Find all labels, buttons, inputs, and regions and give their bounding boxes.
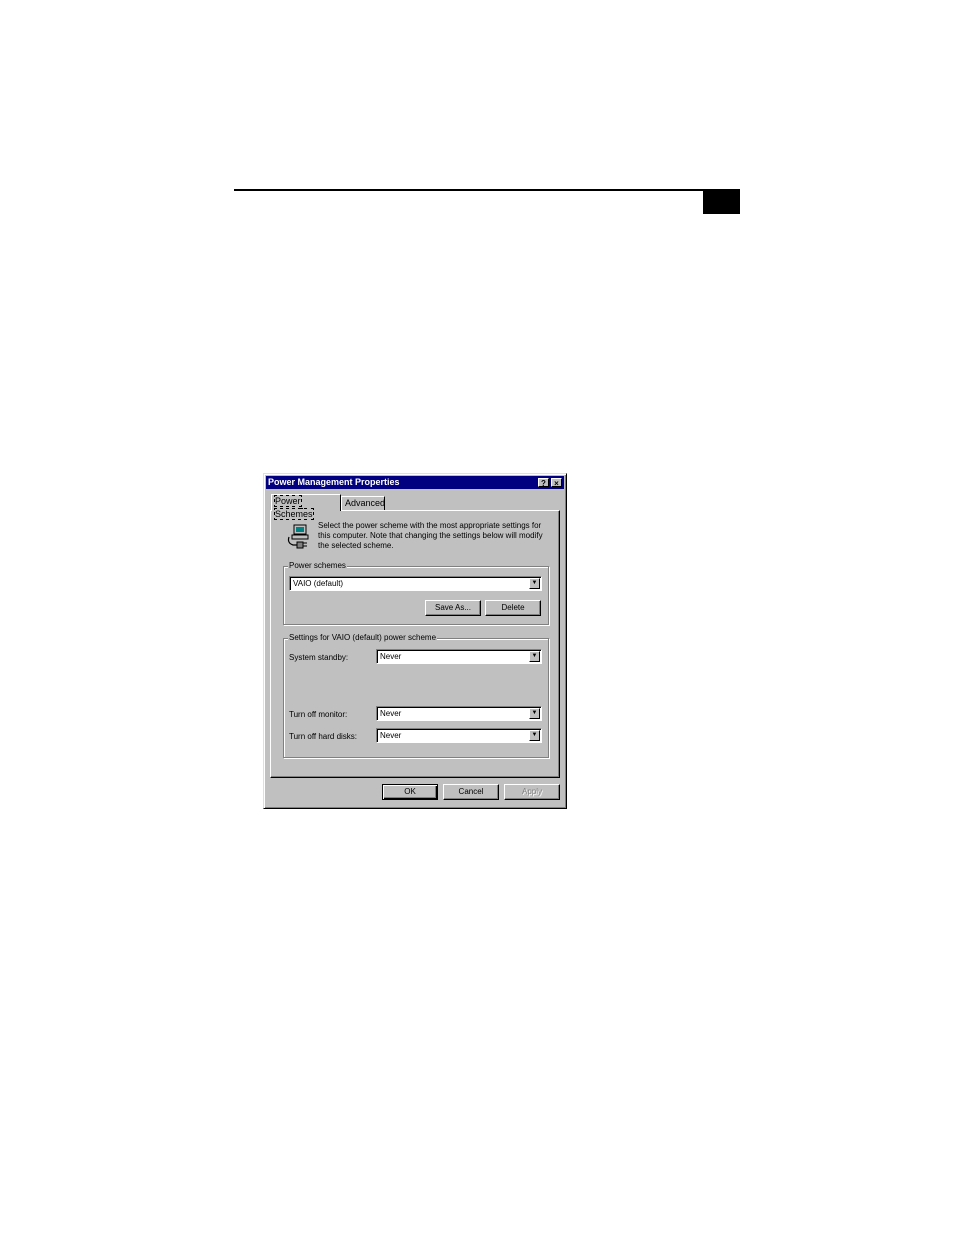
power-scheme-value: VAIO (default) [293, 579, 344, 588]
turn-off-hard-disks-label: Turn off hard disks: [289, 732, 358, 741]
chevron-down-icon[interactable]: ▼ [529, 651, 540, 662]
intro-description: Select the power scheme with the most ap… [318, 521, 543, 550]
page-header-rule [234, 189, 740, 191]
turn-off-hard-disks-select[interactable]: Never ▼ [376, 728, 542, 743]
chevron-down-icon[interactable]: ▼ [529, 708, 540, 719]
apply-button[interactable]: Apply [504, 784, 560, 800]
power-schemes-group-label: Power schemes [288, 561, 347, 571]
tab-advanced[interactable]: Advanced [341, 496, 385, 510]
power-management-dialog: Power Management Properties ? × Power Sc… [263, 473, 567, 809]
dialog-title: Power Management Properties [268, 477, 400, 487]
system-standby-value: Never [380, 652, 402, 661]
system-standby-select[interactable]: Never ▼ [376, 649, 542, 664]
turn-off-monitor-label: Turn off monitor: [289, 710, 348, 719]
ok-button[interactable]: OK [382, 784, 438, 800]
computer-power-plug-icon [287, 524, 309, 549]
chevron-down-icon[interactable]: ▼ [529, 578, 540, 589]
dialog-titlebar: Power Management Properties ? × [266, 476, 564, 489]
save-as-button[interactable]: Save As... [425, 600, 481, 616]
page-number-tab [703, 191, 740, 214]
chevron-down-icon[interactable]: ▼ [529, 730, 540, 741]
tab-power-schemes-label: Power Schemes [274, 495, 314, 520]
power-schemes-group: Power schemes VAIO (default) ▼ Save As..… [283, 561, 549, 625]
system-standby-label: System standby: [289, 653, 349, 662]
turn-off-monitor-select[interactable]: Never ▼ [376, 706, 542, 721]
power-schemes-panel: Select the power scheme with the most ap… [270, 510, 560, 778]
scheme-settings-group-label: Settings for VAIO (default) power scheme [288, 633, 438, 643]
close-button[interactable]: × [551, 478, 562, 488]
tab-power-schemes[interactable]: Power Schemes [271, 494, 341, 520]
tab-advanced-label: Advanced [345, 498, 386, 508]
turn-off-hard-disks-value: Never [380, 731, 402, 740]
scheme-settings-group: Settings for VAIO (default) power scheme… [283, 633, 549, 758]
cancel-button[interactable]: Cancel [443, 784, 499, 800]
help-button[interactable]: ? [538, 478, 549, 488]
power-scheme-select[interactable]: VAIO (default) ▼ [289, 576, 542, 591]
turn-off-monitor-value: Never [380, 709, 402, 718]
delete-button[interactable]: Delete [485, 600, 541, 616]
